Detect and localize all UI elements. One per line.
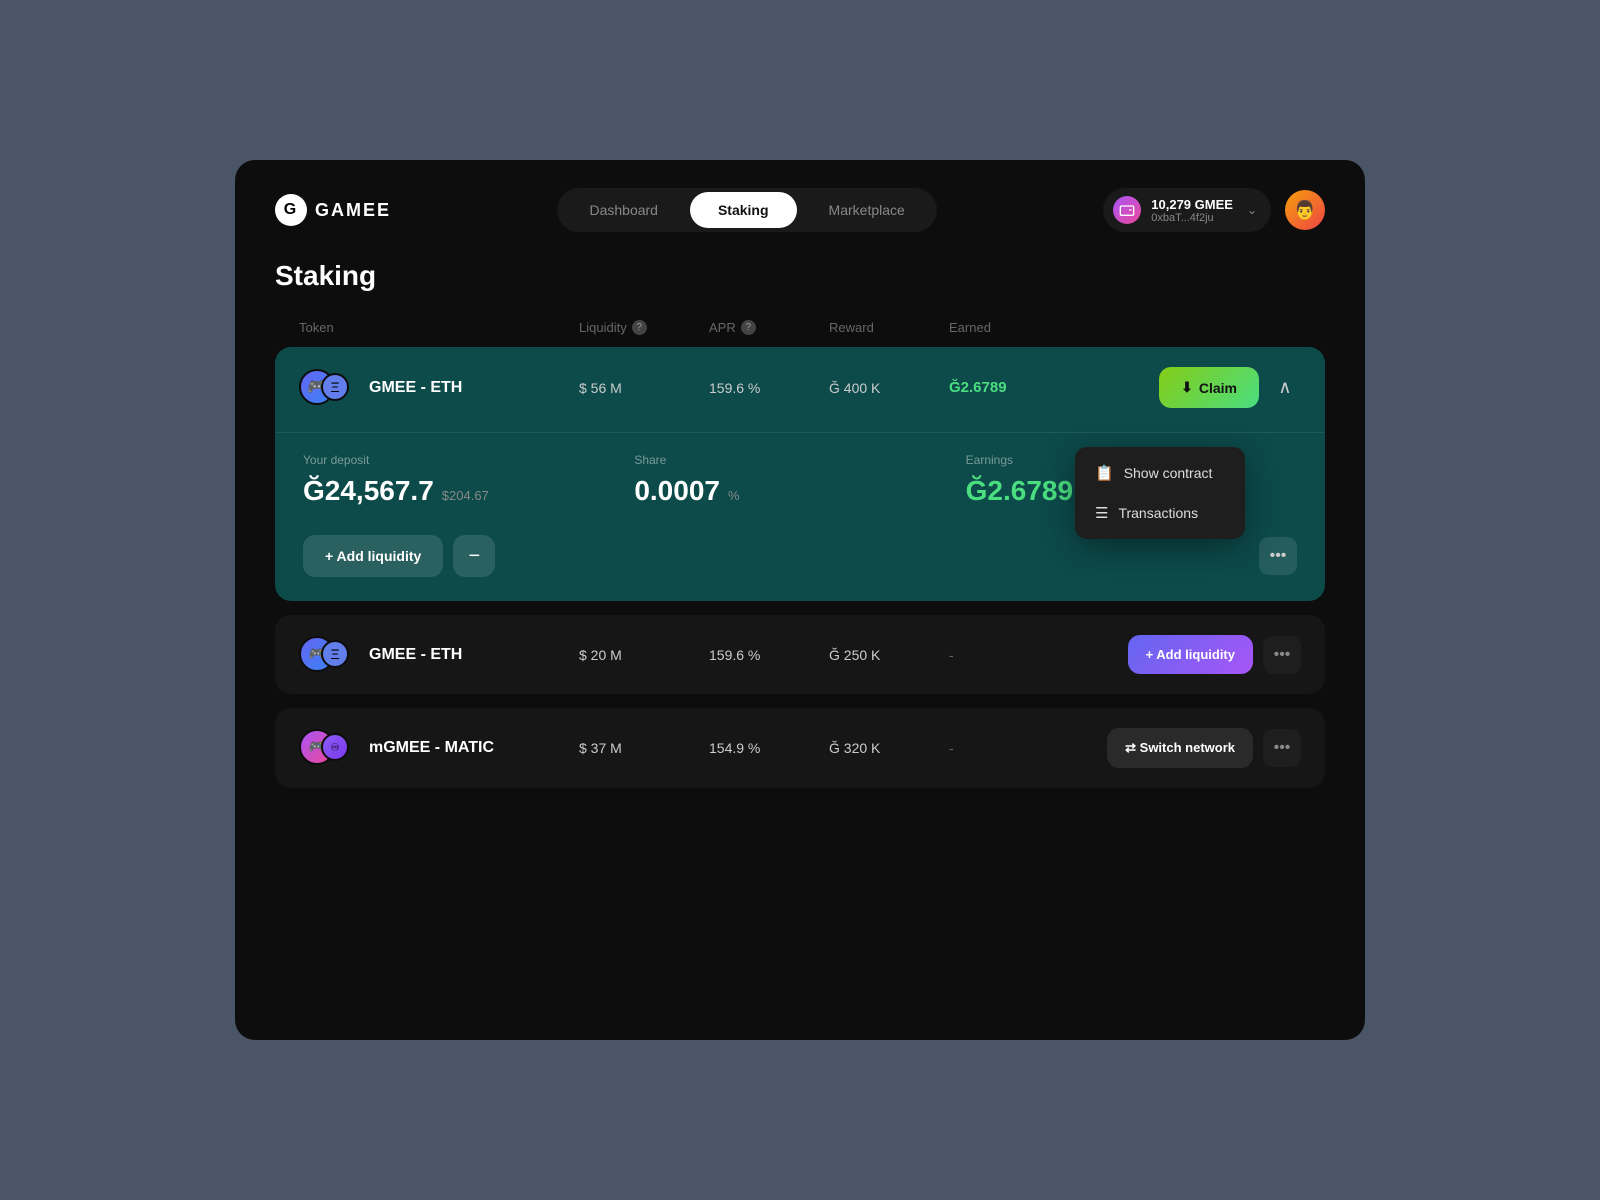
tab-marketplace[interactable]: Marketplace bbox=[801, 192, 933, 228]
main-content: Staking Token Liquidity ? APR ? Reward E… bbox=[235, 260, 1365, 788]
reward-1: Ğ 400 K bbox=[829, 380, 949, 396]
wallet-details: 10,279 GMEE 0xbaT...4f2ju bbox=[1151, 197, 1233, 224]
page-title: Staking bbox=[275, 260, 1325, 292]
token-info-2: 🎮 Ξ GMEE - ETH bbox=[299, 636, 579, 674]
logo-icon: G bbox=[275, 194, 307, 226]
wallet-amount: 10,279 GMEE bbox=[1151, 197, 1233, 212]
deposit-value: Ğ24,567.7 $204.67 bbox=[303, 475, 634, 507]
header: G GAMEE Dashboard Staking Marketplace 10… bbox=[235, 160, 1365, 260]
apr-2: 159.6 % bbox=[709, 647, 829, 663]
deposit-label: Your deposit bbox=[303, 453, 634, 467]
liquidity-3: $ 37 M bbox=[579, 740, 709, 756]
add-liquidity-button-expanded[interactable]: + Add liquidity bbox=[303, 535, 443, 577]
collapse-button[interactable]: ∧ bbox=[1269, 372, 1301, 404]
more-options-button-1[interactable]: ••• bbox=[1259, 537, 1297, 575]
staking-row-2: 🎮 Ξ GMEE - ETH $ 20 M 159.6 % Ğ 250 K - … bbox=[275, 615, 1325, 694]
remove-liquidity-button[interactable]: − bbox=[453, 535, 495, 577]
more-options-button-2[interactable]: ••• bbox=[1263, 636, 1301, 674]
token-name-3: mGMEE - MATIC bbox=[369, 739, 494, 757]
row-2-actions: + Add liquidity ••• bbox=[1069, 635, 1301, 674]
earned-1: Ğ2.6789 bbox=[949, 379, 1069, 396]
contract-icon: 📋 bbox=[1095, 464, 1114, 482]
token-info-3: 🎮 ♾ mGMEE - MATIC bbox=[299, 729, 579, 767]
transactions-label: Transactions bbox=[1118, 505, 1198, 521]
expanded-actions-left: + Add liquidity − bbox=[303, 535, 495, 577]
transactions-item[interactable]: ☰ Transactions bbox=[1081, 493, 1239, 533]
tab-dashboard[interactable]: Dashboard bbox=[561, 192, 686, 228]
nav-tabs: Dashboard Staking Marketplace bbox=[557, 188, 936, 232]
earned-2: - bbox=[949, 647, 1069, 663]
row-1-actions: ⬇ Claim ∧ bbox=[1069, 367, 1301, 408]
avatar[interactable]: 👨 bbox=[1285, 190, 1325, 230]
tab-staking[interactable]: Staking bbox=[690, 192, 797, 228]
logo: G GAMEE bbox=[275, 194, 391, 226]
col-liquidity: Liquidity ? bbox=[579, 320, 709, 335]
table-header: Token Liquidity ? APR ? Reward Earned bbox=[275, 320, 1325, 347]
token-icon-matic: ♾ bbox=[321, 733, 349, 761]
show-contract-label: Show contract bbox=[1124, 465, 1213, 481]
token-icons-1: 🎮 Ξ bbox=[299, 369, 355, 407]
row-3-actions: ⇄ Switch network ••• bbox=[1069, 728, 1301, 768]
token-icon-eth-2: Ξ bbox=[321, 640, 349, 668]
staking-row-1: 🎮 Ξ GMEE - ETH $ 56 M 159.6 % Ğ 400 K Ğ2… bbox=[275, 347, 1325, 601]
token-info-1: 🎮 Ξ GMEE - ETH bbox=[299, 369, 579, 407]
app-container: G GAMEE Dashboard Staking Marketplace 10… bbox=[235, 160, 1365, 1040]
wallet-info[interactable]: 10,279 GMEE 0xbaT...4f2ju ⌄ bbox=[1103, 188, 1271, 232]
claim-button[interactable]: ⬇ Claim bbox=[1159, 367, 1259, 408]
staking-row-3: 🎮 ♾ mGMEE - MATIC $ 37 M 154.9 % Ğ 320 K… bbox=[275, 708, 1325, 788]
wallet-icon bbox=[1113, 196, 1141, 224]
add-liquidity-button-2[interactable]: + Add liquidity bbox=[1128, 635, 1253, 674]
download-icon: ⬇ bbox=[1181, 379, 1193, 396]
share-section: Share 0.0007 % bbox=[634, 453, 965, 507]
share-label: Share bbox=[634, 453, 965, 467]
share-value: 0.0007 % bbox=[634, 475, 965, 507]
deposit-section: Your deposit Ğ24,567.7 $204.67 bbox=[303, 453, 634, 507]
token-name-2: GMEE - ETH bbox=[369, 646, 462, 664]
earned-3: - bbox=[949, 740, 1069, 756]
more-options-button-3[interactable]: ••• bbox=[1263, 729, 1301, 767]
token-icons-2: 🎮 Ξ bbox=[299, 636, 355, 674]
dropdown-menu: 📋 Show contract ☰ Transactions bbox=[1075, 447, 1245, 539]
liquidity-1: $ 56 M bbox=[579, 380, 709, 396]
col-token: Token bbox=[299, 320, 579, 335]
liquidity-info-icon[interactable]: ? bbox=[632, 320, 647, 335]
token-icons-3: 🎮 ♾ bbox=[299, 729, 355, 767]
apr-3: 154.9 % bbox=[709, 740, 829, 756]
switch-network-button[interactable]: ⇄ Switch network bbox=[1107, 728, 1253, 768]
token-icon-eth-1: Ξ bbox=[321, 373, 349, 401]
col-reward: Reward bbox=[829, 320, 949, 335]
show-contract-item[interactable]: 📋 Show contract bbox=[1081, 453, 1239, 493]
reward-3: Ğ 320 K bbox=[829, 740, 949, 756]
share-suffix: % bbox=[728, 488, 740, 503]
row-2-main: 🎮 Ξ GMEE - ETH $ 20 M 159.6 % Ğ 250 K - … bbox=[275, 615, 1325, 694]
logo-text: GAMEE bbox=[315, 200, 391, 221]
col-earned: Earned bbox=[949, 320, 1069, 335]
token-name-1: GMEE - ETH bbox=[369, 379, 462, 397]
deposit-usd: $204.67 bbox=[442, 488, 489, 503]
apr-info-icon[interactable]: ? bbox=[741, 320, 756, 335]
transactions-icon: ☰ bbox=[1095, 504, 1108, 522]
wallet-address: 0xbaT...4f2ju bbox=[1151, 212, 1233, 224]
row-3-main: 🎮 ♾ mGMEE - MATIC $ 37 M 154.9 % Ğ 320 K… bbox=[275, 708, 1325, 788]
apr-1: 159.6 % bbox=[709, 380, 829, 396]
row-1-main: 🎮 Ξ GMEE - ETH $ 56 M 159.6 % Ğ 400 K Ğ2… bbox=[275, 347, 1325, 428]
reward-2: Ğ 250 K bbox=[829, 647, 949, 663]
chevron-down-icon: ⌄ bbox=[1247, 203, 1257, 217]
header-right: 10,279 GMEE 0xbaT...4f2ju ⌄ 👨 bbox=[1103, 188, 1325, 232]
expanded-actions: + Add liquidity − ••• bbox=[303, 535, 1297, 577]
liquidity-2: $ 20 M bbox=[579, 647, 709, 663]
col-apr: APR ? bbox=[709, 320, 829, 335]
